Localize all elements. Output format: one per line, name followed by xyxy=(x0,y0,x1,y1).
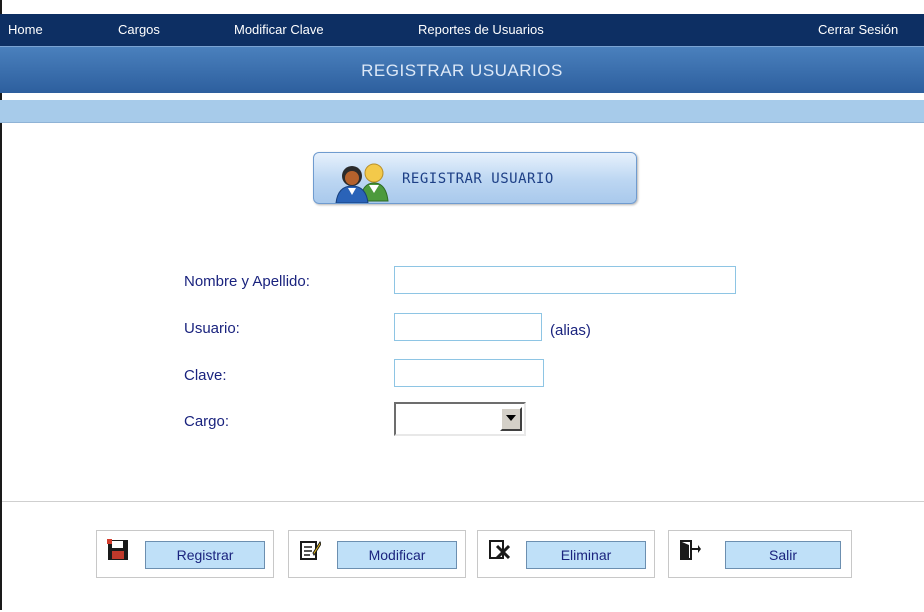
nav-home[interactable]: Home xyxy=(8,22,43,37)
salir-action[interactable]: Salir xyxy=(668,530,852,578)
registrar-action[interactable]: Registrar xyxy=(96,530,274,578)
users-icon xyxy=(335,163,389,203)
nombre-label: Nombre y Apellido: xyxy=(184,273,310,290)
alias-hint: (alias) xyxy=(550,322,591,339)
badge-label: REGISTRAR USUARIO xyxy=(402,171,554,187)
page-title: REGISTRAR USUARIOS xyxy=(361,61,563,80)
delete-document-icon xyxy=(489,540,510,560)
exit-door-icon xyxy=(680,540,701,560)
divider xyxy=(2,501,924,502)
nav-cargos[interactable]: Cargos xyxy=(118,22,160,37)
registrar-button[interactable]: Registrar xyxy=(145,541,265,569)
modificar-button[interactable]: Modificar xyxy=(337,541,457,569)
register-user-badge: REGISTRAR USUARIO xyxy=(313,152,637,204)
nombre-apellido-input[interactable] xyxy=(394,266,736,294)
salir-button[interactable]: Salir xyxy=(725,541,841,569)
chevron-down-icon xyxy=(506,415,516,421)
usuario-label: Usuario: xyxy=(184,320,240,337)
sub-bar xyxy=(0,100,924,123)
clave-input[interactable] xyxy=(394,359,544,387)
cargo-label: Cargo: xyxy=(184,413,230,430)
edit-note-icon xyxy=(300,540,321,560)
cargo-dropdown-button[interactable] xyxy=(500,407,522,431)
cargo-select[interactable] xyxy=(394,402,526,436)
nav-reportes-usuarios[interactable]: Reportes de Usuarios xyxy=(418,22,544,37)
usuario-input[interactable] xyxy=(394,313,542,341)
top-nav: Home Cargos Modificar Clave Reportes de … xyxy=(0,14,924,46)
eliminar-action[interactable]: Eliminar xyxy=(477,530,655,578)
eliminar-button[interactable]: Eliminar xyxy=(526,541,646,569)
clave-label: Clave: xyxy=(184,367,227,384)
modificar-action[interactable]: Modificar xyxy=(288,530,466,578)
nav-modificar-clave[interactable]: Modificar Clave xyxy=(234,22,324,37)
floppy-disk-icon xyxy=(107,539,128,560)
nav-cerrar-sesion[interactable]: Cerrar Sesión xyxy=(818,22,898,37)
title-bar: REGISTRAR USUARIOS xyxy=(0,46,924,93)
